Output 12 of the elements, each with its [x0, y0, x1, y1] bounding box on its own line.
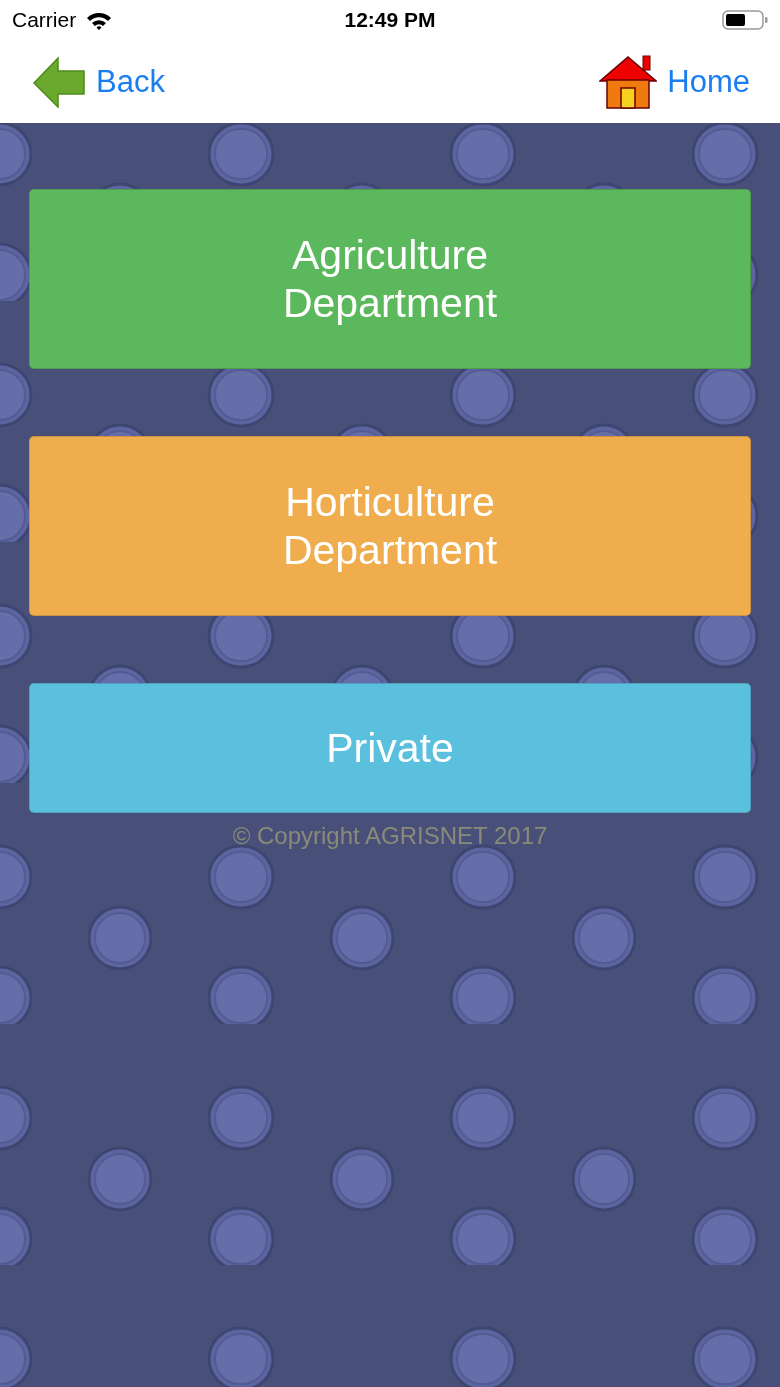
home-button[interactable]: Home	[599, 53, 750, 110]
house-icon	[599, 53, 658, 110]
battery-icon	[722, 10, 768, 30]
arrow-left-icon	[32, 55, 86, 108]
back-button[interactable]: Back	[32, 55, 165, 108]
copyright-text: © Copyright AGRISNET 2017	[231, 822, 549, 850]
menu-button[interactable]: Private	[29, 683, 751, 813]
carrier-label: Carrier	[12, 8, 77, 32]
clock: 12:49 PM	[344, 8, 436, 32]
menu-button[interactable]: Agriculture Department	[29, 189, 751, 369]
menu-button[interactable]: Horticulture Department	[29, 436, 751, 616]
wifi-icon	[86, 10, 113, 30]
